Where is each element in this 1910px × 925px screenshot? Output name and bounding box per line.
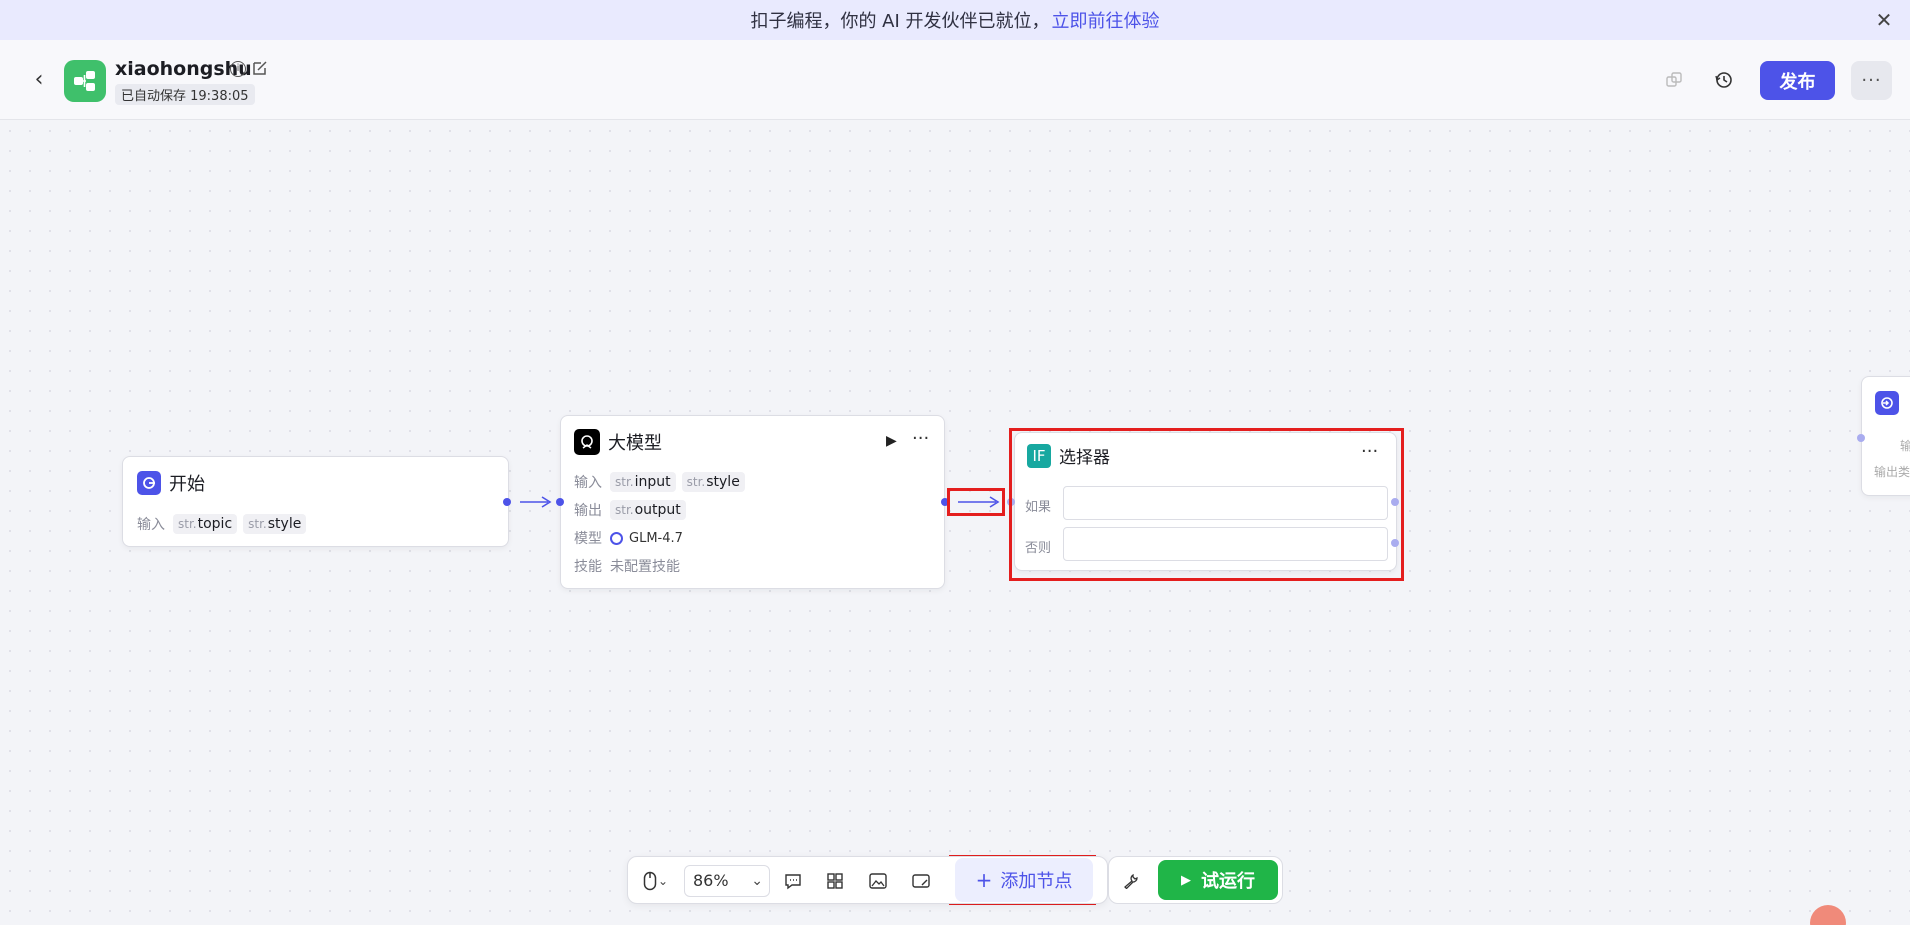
- test-run-label: 试运行: [1201, 871, 1255, 892]
- chevron-down-icon[interactable]: ⌄: [656, 869, 670, 893]
- output-label: 输出: [574, 503, 602, 519]
- partial-label-2: 输出类: [1874, 465, 1910, 479]
- start-node-title: 开始: [169, 474, 205, 495]
- llm-node[interactable]: 大模型 ▶ ··· 输入 str.input str.style 输出 str.…: [560, 415, 945, 589]
- more-icon[interactable]: ···: [912, 428, 929, 449]
- start-icon: [137, 471, 161, 495]
- add-node-label: 添加节点: [1000, 871, 1073, 892]
- minimap-icon[interactable]: [909, 869, 933, 893]
- model-label: 模型: [574, 531, 602, 547]
- test-run-button[interactable]: ▶ 试运行: [1158, 860, 1278, 900]
- image-icon[interactable]: [866, 869, 890, 893]
- highlight-selector-node: [1009, 428, 1404, 581]
- model-name: GLM-4.7: [629, 530, 683, 546]
- partial-label-1: 输: [1900, 439, 1910, 453]
- input-label: 输入: [574, 475, 602, 491]
- comment-icon[interactable]: [781, 869, 805, 893]
- play-icon: ▶: [1181, 872, 1191, 888]
- skill-value: 未配置技能: [610, 559, 680, 575]
- play-icon[interactable]: ▶: [886, 433, 897, 449]
- input-tag: str.style: [681, 472, 745, 492]
- chevron-down-icon: ⌄: [751, 873, 763, 889]
- partial-input-port[interactable]: [1857, 434, 1865, 442]
- output-tag: str.output: [610, 500, 686, 520]
- zoom-value: 86%: [693, 871, 729, 890]
- input-tag: str.style: [243, 514, 307, 534]
- start-output-port[interactable]: [503, 498, 511, 506]
- llm-icon: [574, 429, 600, 455]
- start-node[interactable]: 开始 输入 str.topic str.style: [122, 456, 509, 547]
- end-icon: [1875, 391, 1899, 415]
- wrench-icon[interactable]: [1119, 869, 1143, 893]
- highlight-connector: [947, 488, 1005, 516]
- llm-node-title: 大模型: [608, 433, 662, 454]
- model-icon: [610, 531, 623, 545]
- input-label: 输入: [137, 517, 165, 533]
- input-tag: str.input: [610, 472, 676, 492]
- input-tag: str.topic: [173, 514, 238, 534]
- skill-label: 技能: [574, 559, 602, 575]
- llm-input-port[interactable]: [556, 498, 564, 506]
- add-node-button[interactable]: + 添加节点: [955, 858, 1093, 902]
- plus-icon: +: [975, 868, 993, 892]
- partial-node[interactable]: 输 输出类: [1861, 376, 1910, 496]
- layout-icon[interactable]: [823, 869, 847, 893]
- zoom-select[interactable]: 86% ⌄: [684, 865, 770, 897]
